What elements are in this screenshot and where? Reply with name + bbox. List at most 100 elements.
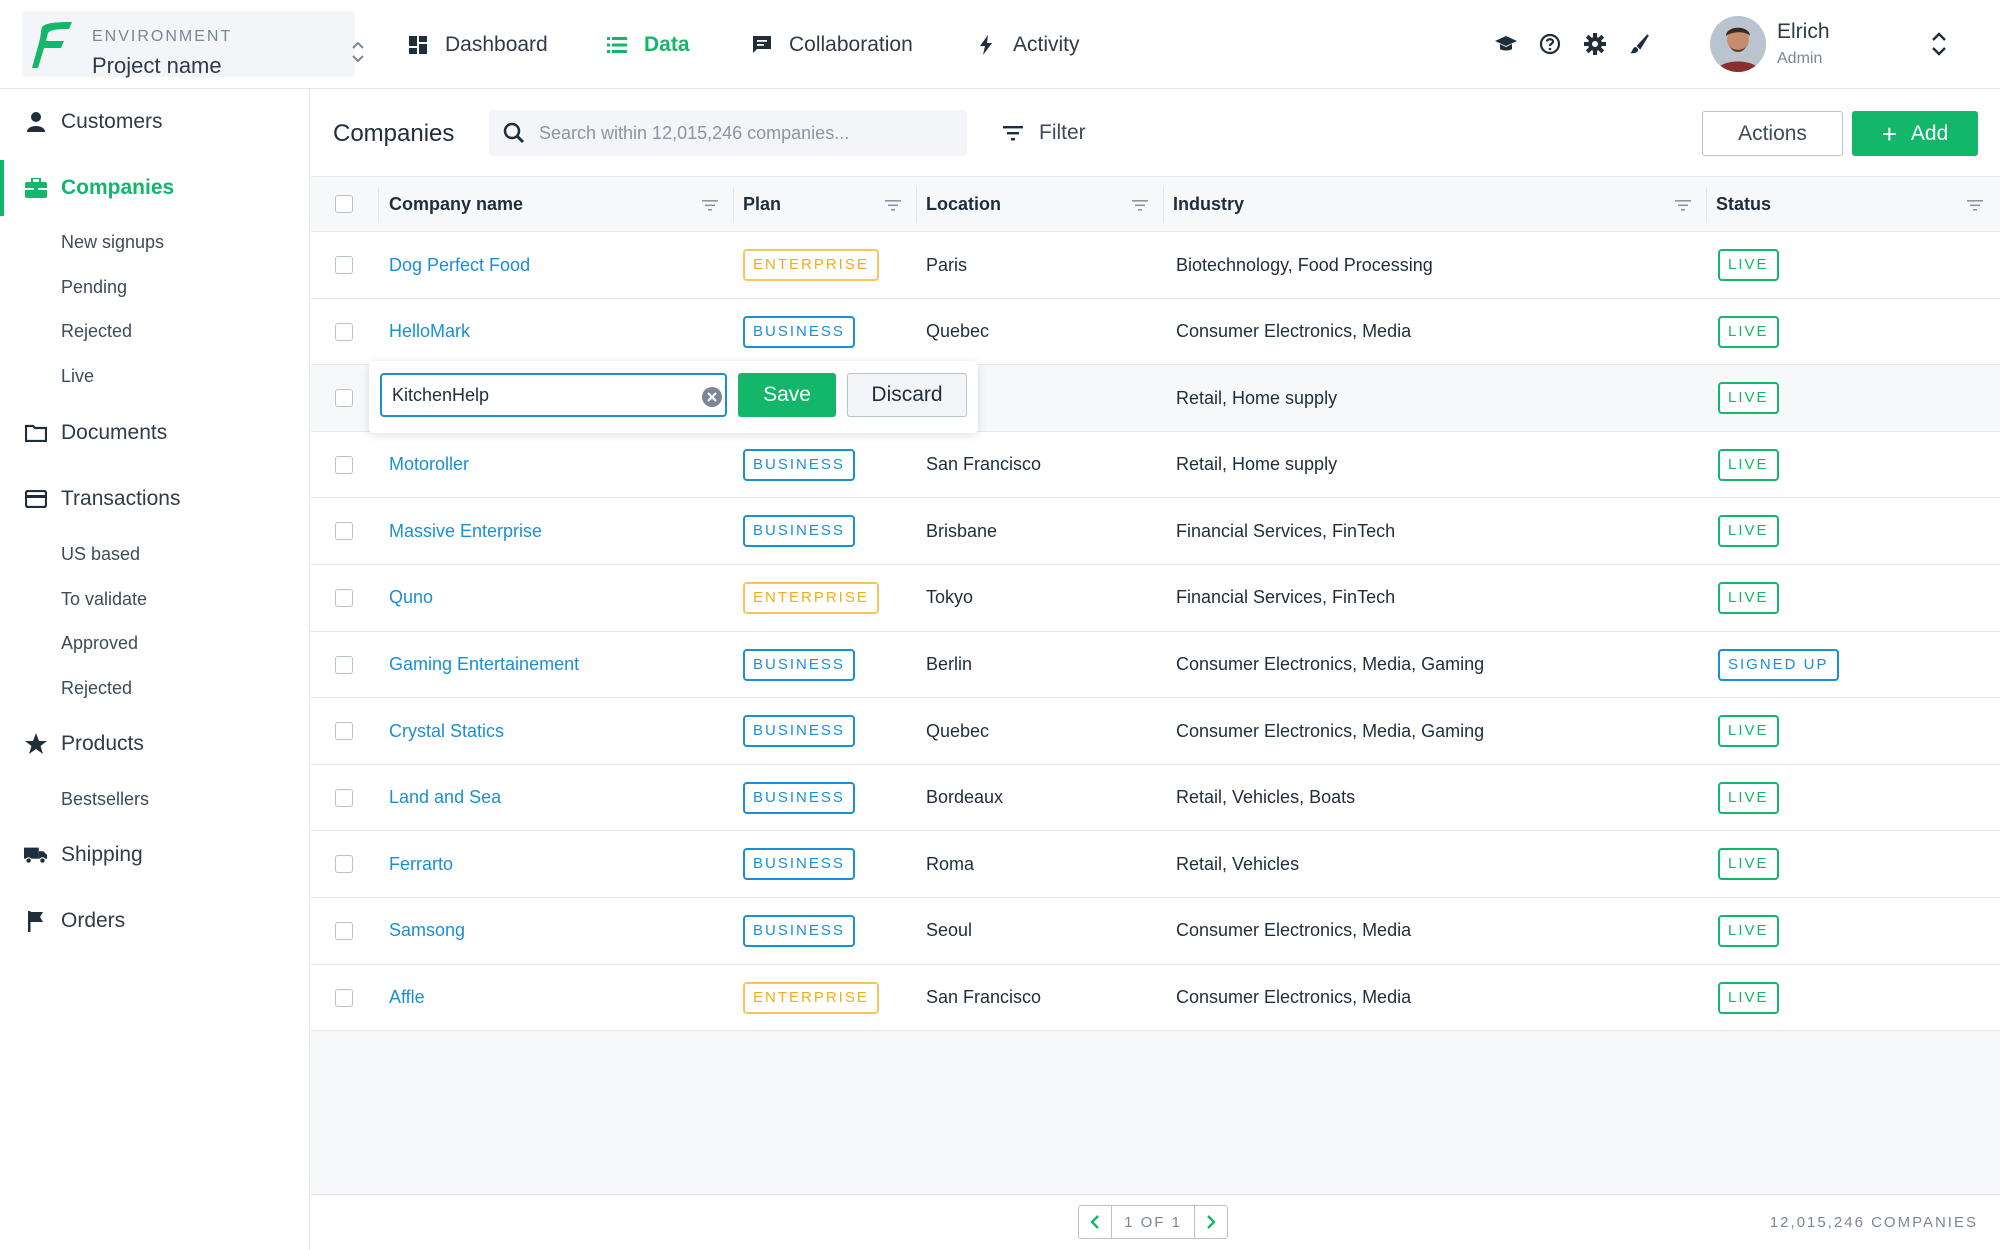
column-filter-icon[interactable] bbox=[1965, 195, 1985, 215]
gear-icon[interactable] bbox=[1583, 32, 1607, 56]
sidebar-subitem-us-based[interactable]: US based bbox=[61, 544, 140, 565]
nav-label: Collaboration bbox=[789, 32, 913, 56]
select-all-checkbox[interactable] bbox=[335, 195, 353, 213]
discard-button[interactable]: Discard bbox=[847, 373, 967, 417]
user-icon bbox=[24, 110, 48, 134]
sidebar-item-documents[interactable]: Documents bbox=[0, 405, 309, 461]
table-row[interactable]: Motoroller BUSINESS San Francisco Retail, H… bbox=[311, 431, 2000, 499]
row-checkbox[interactable] bbox=[335, 988, 353, 1007]
table-row[interactable]: Massive Enterprise BUSINESS Brisbane Financ… bbox=[311, 498, 2000, 565]
company-name-link[interactable]: Crystal Statics bbox=[389, 698, 504, 764]
column-header-industry[interactable]: Industry bbox=[1173, 177, 1244, 232]
chevron-right-icon[interactable] bbox=[1195, 1206, 1227, 1238]
industry-cell: Financial Services, FinTech bbox=[1176, 587, 1396, 608]
sidebar-item-customers[interactable]: Customers bbox=[0, 94, 309, 150]
page-indicator: 1 OF 1 bbox=[1111, 1206, 1195, 1238]
sidebar-item-orders[interactable]: Orders bbox=[0, 893, 309, 949]
chevron-left-icon[interactable] bbox=[1079, 1206, 1111, 1238]
sidebar-item-shipping[interactable]: Shipping bbox=[0, 827, 309, 883]
column-header-location[interactable]: Location bbox=[926, 177, 1001, 232]
nav-data[interactable]: Data bbox=[606, 0, 690, 89]
status-cell: LIVE bbox=[1718, 365, 1779, 431]
company-name-link[interactable]: Land and Sea bbox=[389, 765, 501, 831]
company-name-link[interactable]: HelloMark bbox=[389, 299, 470, 365]
row-checkbox[interactable] bbox=[335, 256, 353, 274]
row-checkbox[interactable] bbox=[335, 522, 353, 541]
column-filter-icon[interactable] bbox=[1130, 195, 1150, 215]
environment-switcher[interactable]: ENVIRONMENT Project name bbox=[22, 11, 364, 78]
column-header-status[interactable]: Status bbox=[1716, 177, 1771, 232]
help-icon[interactable] bbox=[1538, 32, 1562, 56]
sidebar-subitem-to-validate[interactable]: To validate bbox=[61, 589, 147, 610]
company-name-link[interactable]: Samsong bbox=[389, 898, 465, 964]
sidebar-subitem-live[interactable]: Live bbox=[61, 366, 94, 387]
column-filter-icon[interactable] bbox=[700, 195, 720, 215]
column-filter-icon[interactable] bbox=[1673, 195, 1693, 215]
save-button[interactable]: Save bbox=[738, 373, 836, 417]
avatar[interactable] bbox=[1710, 16, 1766, 72]
add-button[interactable]: + Add bbox=[1852, 111, 1978, 156]
nav-collaboration[interactable]: Collaboration bbox=[751, 0, 913, 89]
table-row[interactable]: Gaming Entertainement BUSINESS Berlin Consu… bbox=[311, 631, 2000, 699]
actions-button[interactable]: Actions bbox=[1702, 111, 1843, 156]
row-checkbox[interactable] bbox=[335, 722, 353, 741]
sidebar-subitem-rejected[interactable]: Rejected bbox=[61, 321, 132, 342]
company-name-edit-field[interactable] bbox=[380, 373, 727, 417]
sidebar-subitem-approved[interactable]: Approved bbox=[61, 633, 138, 654]
table-row[interactable]: Samsong BUSINESS Seoul Consumer Electronics… bbox=[311, 897, 2000, 965]
clear-icon[interactable] bbox=[701, 386, 723, 408]
column-header-company-name[interactable]: Company name bbox=[389, 177, 523, 232]
search-input[interactable] bbox=[539, 110, 959, 156]
total-count: 12,015,246 COMPANIES bbox=[1769, 1214, 1978, 1231]
inline-edit-popover: Save Discard bbox=[369, 361, 978, 433]
row-checkbox[interactable] bbox=[335, 322, 353, 341]
column-divider bbox=[1706, 187, 1707, 222]
row-checkbox[interactable] bbox=[335, 855, 353, 874]
nav-activity[interactable]: Activity bbox=[975, 0, 1080, 89]
table-row[interactable]: HelloMark BUSINESS Quebec Consumer Electron… bbox=[311, 298, 2000, 366]
company-name-link[interactable]: Gaming Entertainement bbox=[389, 632, 579, 698]
row-checkbox[interactable] bbox=[335, 655, 353, 674]
graduation-cap-icon[interactable] bbox=[1494, 32, 1518, 56]
sidebar: Customers Companies New signups Pending … bbox=[0, 89, 310, 1250]
company-name-link[interactable]: Dog Perfect Food bbox=[389, 232, 530, 298]
company-name-input[interactable] bbox=[392, 375, 682, 415]
table-row[interactable]: Quno ENTERPRISE Tokyo Financial Services, F… bbox=[311, 564, 2000, 632]
industry-cell: Retail, Vehicles bbox=[1176, 853, 1300, 874]
column-filter-icon[interactable] bbox=[883, 195, 903, 215]
row-checkbox[interactable] bbox=[335, 588, 353, 607]
company-name-link[interactable]: Ferrarto bbox=[389, 831, 453, 897]
sidebar-subitem-bestsellers[interactable]: Bestsellers bbox=[61, 789, 149, 810]
table-row[interactable]: Dog Perfect Food ENTERPRISE Paris Biotechno… bbox=[311, 232, 2000, 299]
table-row[interactable]: Crystal Statics BUSINESS Quebec Consumer El… bbox=[311, 698, 2000, 765]
filter-button[interactable]: Filter bbox=[1001, 111, 1086, 155]
sidebar-subitem-rejected[interactable]: Rejected bbox=[61, 678, 132, 699]
table-row[interactable]: Affle ENTERPRISE San Francisco Consumer Ele… bbox=[311, 964, 2000, 1032]
search-box[interactable] bbox=[489, 110, 967, 156]
chevron-updown-icon[interactable] bbox=[350, 37, 366, 67]
company-name-link[interactable]: Massive Enterprise bbox=[389, 498, 542, 564]
sidebar-item-products[interactable]: Products bbox=[0, 716, 309, 772]
companies-table: Company name Plan Location Industry Stat… bbox=[311, 177, 2000, 1032]
nav-dashboard[interactable]: Dashboard bbox=[407, 0, 548, 89]
industry-cell: Consumer Electronics, Media bbox=[1176, 321, 1412, 342]
sidebar-subitem-new-signups[interactable]: New signups bbox=[61, 232, 164, 253]
column-header-plan[interactable]: Plan bbox=[743, 177, 781, 232]
table-row[interactable]: Ferrarto BUSINESS Roma Retail, Vehicles LIVE bbox=[311, 831, 2000, 898]
chat-icon bbox=[751, 34, 773, 56]
chevron-updown-icon[interactable] bbox=[1930, 28, 1948, 60]
table-row[interactable]: Land and Sea BUSINESS Bordeaux Retail, Vehi… bbox=[311, 764, 2000, 832]
row-checkbox[interactable] bbox=[335, 921, 353, 940]
row-checkbox[interactable] bbox=[335, 389, 353, 408]
sidebar-item-transactions[interactable]: Transactions bbox=[0, 471, 309, 527]
location-cell: San Francisco bbox=[926, 454, 1042, 475]
company-name-link[interactable]: Motoroller bbox=[389, 432, 469, 498]
sidebar-item-companies[interactable]: Companies bbox=[0, 160, 309, 216]
company-name-link[interactable]: Affle bbox=[389, 965, 425, 1031]
row-checkbox[interactable] bbox=[335, 455, 353, 474]
brush-icon[interactable] bbox=[1627, 32, 1651, 56]
row-checkbox[interactable] bbox=[335, 788, 353, 807]
project-name: Project name bbox=[92, 53, 222, 78]
company-name-link[interactable]: Quno bbox=[389, 565, 433, 631]
sidebar-subitem-pending[interactable]: Pending bbox=[61, 277, 127, 298]
